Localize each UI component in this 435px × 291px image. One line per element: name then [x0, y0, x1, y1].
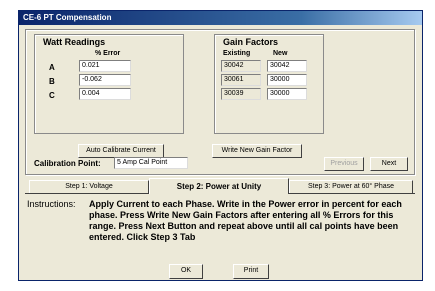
phase-a-error-input[interactable]: 0.021 — [79, 60, 131, 72]
instructions-label: Instructions: — [27, 199, 76, 209]
instructions-text: Apply Current to each Phase. Write in th… — [89, 199, 402, 242]
calibration-point-field[interactable]: 5 Amp Cal Point — [114, 157, 188, 169]
gain-factors-group: Gain Factors Existing New 30042 30042 30… — [214, 34, 324, 134]
watt-readings-title: Watt Readings — [43, 37, 106, 47]
phase-a-label: A — [49, 63, 55, 72]
calibration-point-label: Calibration Point: — [34, 159, 101, 168]
phase-b-label: B — [49, 77, 55, 86]
new-header: New — [273, 50, 288, 57]
phase-a-new-gain-input[interactable]: 30042 — [267, 60, 307, 72]
instructions-area: Instructions: Apply Current to each Phas… — [27, 199, 419, 259]
window-title-bar: CE-6 PT Compensation — [19, 11, 422, 25]
percent-error-header: % Error — [95, 50, 121, 57]
readings-panel: Watt Readings % Error A 0.021 B -0.062 C… — [25, 29, 415, 175]
phase-c-error-input[interactable]: 0.004 — [79, 88, 131, 100]
ok-button[interactable]: OK — [169, 264, 203, 279]
print-button[interactable]: Print — [233, 264, 269, 279]
phase-c-label: C — [49, 91, 55, 100]
phase-c-existing-gain: 30039 — [221, 88, 261, 100]
auto-calibrate-button[interactable]: Auto Calibrate Current — [78, 144, 164, 158]
phase-b-error-input[interactable]: -0.062 — [79, 74, 131, 86]
existing-header: Existing — [223, 50, 251, 57]
compensation-window: CE-6 PT Compensation Watt Readings % Err… — [18, 10, 423, 281]
phase-c-new-gain-input[interactable]: 30000 — [267, 88, 307, 100]
gain-factors-title: Gain Factors — [223, 37, 279, 47]
phase-b-new-gain-input[interactable]: 30000 — [267, 74, 307, 86]
phase-b-existing-gain: 30061 — [221, 74, 261, 86]
phase-a-existing-gain: 30042 — [221, 60, 261, 72]
watt-readings-group: Watt Readings % Error A 0.021 B -0.062 C… — [34, 34, 184, 134]
tab-step-3-power-60[interactable]: Step 3: Power at 60° Phase — [289, 180, 413, 193]
next-button[interactable]: Next — [370, 157, 408, 171]
tab-step-2-power-unity[interactable]: Step 2: Power at Unity — [149, 178, 289, 194]
write-gain-factor-button[interactable]: Write New Gain Factor — [212, 144, 302, 158]
tab-step-1-voltage[interactable]: Step 1: Voltage — [29, 180, 149, 193]
previous-button[interactable]: Previous — [324, 157, 364, 171]
